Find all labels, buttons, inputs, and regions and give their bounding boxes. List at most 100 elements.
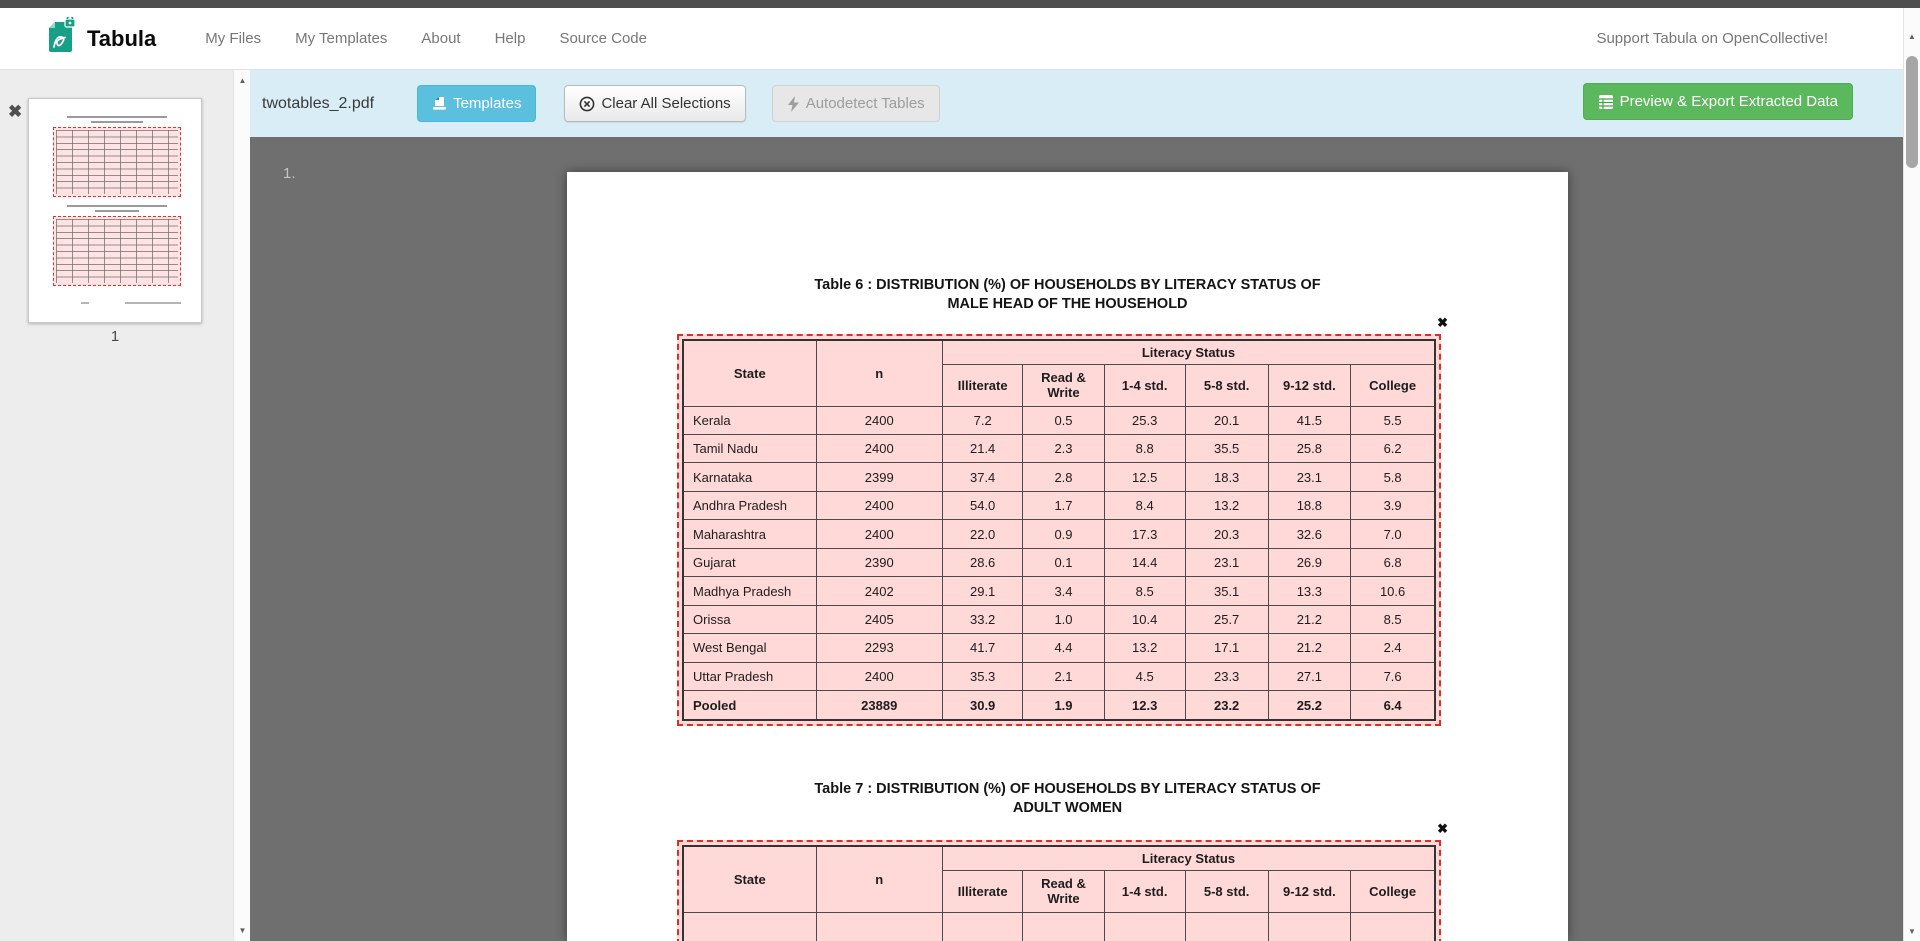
clear-all-selections-button[interactable]: Clear All Selections [564, 85, 745, 122]
table-row: Pooled2388930.91.912.323.225.26.4 [683, 691, 1435, 720]
state-cell: Orissa [683, 605, 816, 633]
value-cell: 3.9 [1351, 491, 1435, 519]
autodetect-tables-label: Autodetect Tables [806, 95, 925, 112]
col-header: 1-4 std. [1104, 870, 1185, 912]
value-cell: 2293 [816, 634, 942, 662]
window-scroll-thumb[interactable] [1906, 56, 1918, 168]
col-header: 5-8 std. [1185, 364, 1268, 406]
templates-icon [432, 96, 447, 111]
col-header: College [1351, 364, 1435, 406]
table-row: Andhra Pradesh240054.01.78.413.218.83.9 [683, 491, 1435, 519]
window-scroll-down-icon[interactable]: ▼ [1904, 927, 1920, 936]
sidebar-scroll-down-icon[interactable]: ▼ [234, 926, 251, 935]
viewer-page-label: 1. [283, 165, 296, 182]
remove-page-button[interactable]: ✖ [8, 102, 22, 122]
value-cell: 23889 [816, 691, 942, 720]
value-cell: 13.3 [1268, 577, 1351, 605]
pdf-table-7: StatenLiteracy StatusIlliterateRead & Wr… [682, 845, 1436, 941]
value-cell: 2.1 [1023, 662, 1104, 690]
value-cell: 2400 [816, 662, 942, 690]
clear-circle-x-icon [579, 96, 595, 112]
col-header-state: State [683, 340, 816, 406]
value-cell: 2.3 [1023, 434, 1104, 462]
table6-title-line2: MALE HEAD OF THE HOUSEHOLD [567, 295, 1568, 314]
value-cell: 41.7 [942, 634, 1022, 662]
sidebar-scroll-up-icon[interactable]: ▲ [234, 76, 251, 85]
thumb-title-line [95, 210, 139, 212]
value-cell: 6.2 [1351, 434, 1435, 462]
value-cell: 10.6 [1351, 577, 1435, 605]
nav-item-my-templates[interactable]: My Templates [278, 20, 404, 57]
value-cell: 13.2 [1104, 634, 1185, 662]
thumbnail-selection-1 [53, 127, 181, 197]
table-row: Kerala24007.20.525.320.141.55.5 [683, 406, 1435, 434]
pdf-page[interactable]: Table 6 : DISTRIBUTION (%) OF HOUSEHOLDS… [567, 172, 1568, 941]
col-header-state: State [683, 846, 816, 912]
nav-item-source-code[interactable]: Source Code [542, 20, 664, 57]
value-cell: 20.3 [1185, 520, 1268, 548]
value-cell: 26.9 [1268, 548, 1351, 576]
table7-title-line2: ADULT WOMEN [567, 799, 1568, 818]
selection-close-icon[interactable]: ✖ [1437, 315, 1448, 331]
value-cell: 0.9 [1023, 520, 1104, 548]
value-cell: 18.8 [1268, 491, 1351, 519]
value-cell: 7.6 [1351, 662, 1435, 690]
templates-button[interactable]: Templates [417, 85, 536, 122]
window-scrollbar[interactable]: ▲ ▼ [1903, 8, 1920, 941]
nav-item-help[interactable]: Help [478, 20, 543, 57]
value-cell: 25.2 [1268, 691, 1351, 720]
col-header: Read & Write [1023, 870, 1104, 912]
table7-title: Table 7 : DISTRIBUTION (%) OF HOUSEHOLDS… [567, 780, 1568, 818]
selection-table7[interactable]: ✖ StatenLiteracy StatusIlliterateRead & … [677, 840, 1441, 941]
value-cell: 30.9 [942, 691, 1022, 720]
autodetect-tables-button[interactable]: Autodetect Tables [772, 85, 940, 122]
col-header: 1-4 std. [1104, 364, 1185, 406]
thumbnail-page-number: 1 [28, 328, 202, 345]
page-thumbnail[interactable] [28, 98, 202, 323]
value-cell: 23.2 [1185, 691, 1268, 720]
value-cell: 2400 [816, 912, 942, 941]
pdf-table-6: StatenLiteracy StatusIlliterateRead & Wr… [682, 339, 1436, 721]
window-scroll-up-icon[interactable]: ▲ [1904, 32, 1920, 41]
value-cell: 18.3 [1185, 463, 1268, 491]
state-cell: West Bengal [683, 634, 816, 662]
value-cell: 23.1 [1185, 548, 1268, 576]
value-cell: 17.1 [1185, 634, 1268, 662]
value-cell: 0.3 [1023, 912, 1104, 941]
state-cell: Andhra Pradesh [683, 491, 816, 519]
col-header: College [1351, 870, 1435, 912]
state-cell: Gujarat [683, 548, 816, 576]
value-cell: 33.2 [942, 605, 1022, 633]
value-cell: 2405 [816, 605, 942, 633]
sidebar: ✖ 1 [0, 70, 233, 941]
support-link[interactable]: Support Tabula on OpenCollective! [1596, 30, 1828, 47]
col-header: Illiterate [942, 870, 1022, 912]
table-list-icon [1598, 94, 1614, 110]
preview-export-button[interactable]: Preview & Export Extracted Data [1583, 83, 1853, 120]
state-cell: Madhya Pradesh [683, 577, 816, 605]
table-row: Uttar Pradesh240035.32.14.523.327.17.6 [683, 662, 1435, 690]
thumb-mini-table [56, 130, 178, 194]
value-cell: 29.1 [942, 577, 1022, 605]
nav-item-about[interactable]: About [404, 20, 477, 57]
value-cell: 25.8 [1268, 434, 1351, 462]
state-cell: Pooled [683, 691, 816, 720]
value-cell: 2.4 [1351, 634, 1435, 662]
value-cell: 2402 [816, 577, 942, 605]
value-cell: 21.2 [1268, 605, 1351, 633]
thumbnail-selection-2 [53, 216, 181, 286]
table-row: West Bengal229341.74.413.217.121.22.4 [683, 634, 1435, 662]
value-cell: 32.6 [1268, 520, 1351, 548]
state-cell: Kerala [683, 406, 816, 434]
nav-item-my-files[interactable]: My Files [188, 20, 278, 57]
value-cell: 20.1 [1104, 912, 1185, 941]
table-row: Madhya Pradesh240229.13.48.535.113.310.6 [683, 577, 1435, 605]
selection-table6[interactable]: ✖ StatenLiteracy StatusIlliterateRead & … [677, 334, 1441, 726]
brand-link[interactable]: Tabula [44, 17, 156, 60]
value-cell: 0.5 [1023, 406, 1104, 434]
sidebar-scrollbar[interactable]: ▲ ▼ [233, 70, 250, 941]
value-cell: 21.2 [1268, 634, 1351, 662]
value-cell: 20.1 [1185, 406, 1268, 434]
table6-title: Table 6 : DISTRIBUTION (%) OF HOUSEHOLDS… [567, 276, 1568, 314]
selection-close-icon[interactable]: ✖ [1437, 821, 1448, 837]
